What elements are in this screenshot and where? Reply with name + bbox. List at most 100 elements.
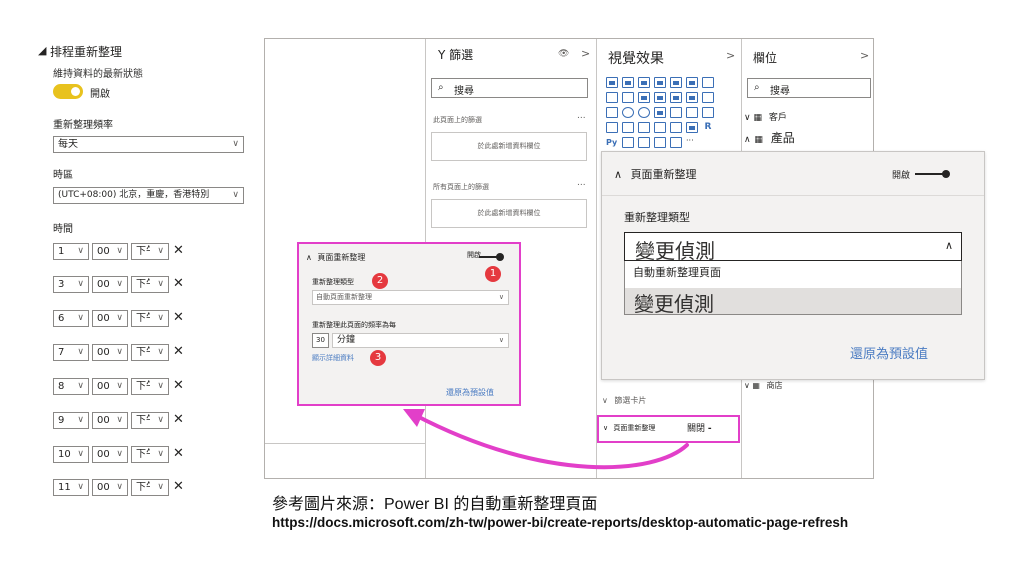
chevron-right-icon[interactable]: > bbox=[581, 47, 590, 60]
column-100-icon[interactable] bbox=[686, 77, 698, 88]
bar-100-icon[interactable] bbox=[670, 77, 682, 88]
ampm-value: 下午 bbox=[136, 246, 150, 257]
map-icon[interactable] bbox=[670, 107, 682, 118]
key-influencers-icon[interactable] bbox=[622, 137, 634, 148]
minute-value: 00 bbox=[97, 313, 110, 324]
scatter-icon[interactable] bbox=[606, 107, 618, 118]
page-refresh-header[interactable]: ∧ 頁面重新整理 bbox=[614, 166, 697, 182]
toggle-state-label: 開啟 bbox=[892, 171, 911, 181]
remove-time-button[interactable]: ✕ bbox=[173, 244, 184, 258]
line-column-icon[interactable] bbox=[638, 92, 650, 103]
filters-search-input[interactable]: ⌕ 搜尋 bbox=[431, 78, 588, 98]
option-auto-refresh[interactable]: 自動重新整理頁面 bbox=[633, 264, 721, 280]
stacked-area-icon[interactable] bbox=[622, 92, 634, 103]
filled-map-icon[interactable] bbox=[686, 107, 698, 118]
stacked-column-icon[interactable] bbox=[622, 77, 634, 88]
chevron-right-icon[interactable]: > bbox=[860, 49, 869, 62]
multi-row-card-icon[interactable] bbox=[622, 122, 634, 133]
minute-select[interactable]: 00 ∨ bbox=[92, 276, 128, 293]
add-field-well-1[interactable]: 於此處新增資料欄位 bbox=[431, 132, 587, 161]
ampm-select[interactable]: 下午 ∨ bbox=[131, 276, 169, 293]
decomposition-tree-icon[interactable] bbox=[638, 137, 650, 148]
hour-select[interactable]: 3 ∨ bbox=[53, 276, 89, 293]
add-field-well-2[interactable]: 於此處新增資料欄位 bbox=[431, 199, 587, 228]
r-visual-icon[interactable]: R bbox=[702, 122, 714, 133]
field-table-products[interactable]: ∧ ▦ 產品 bbox=[744, 129, 795, 146]
area-chart-icon[interactable] bbox=[606, 92, 618, 103]
more-options-button[interactable]: ... bbox=[577, 111, 586, 121]
this-page-filters-label: 此頁面上的篩選 bbox=[433, 116, 482, 124]
search-icon: ⌕ bbox=[754, 82, 760, 93]
chevron-down-icon: ∨ bbox=[77, 279, 84, 289]
more-options-button[interactable]: ... bbox=[577, 178, 586, 188]
pie-chart-icon[interactable] bbox=[622, 107, 634, 118]
hour-select[interactable]: 1 ∨ bbox=[53, 243, 89, 260]
line-stacked-column-icon[interactable] bbox=[654, 92, 666, 103]
treemap-icon[interactable] bbox=[654, 107, 666, 118]
remove-time-button[interactable]: ✕ bbox=[173, 413, 184, 427]
minute-select[interactable]: 00 ∨ bbox=[92, 310, 128, 327]
more-visuals-icon[interactable]: ··· bbox=[686, 137, 698, 148]
waterfall-icon[interactable] bbox=[686, 92, 698, 103]
ampm-value: 下午 bbox=[136, 449, 150, 460]
minute-select[interactable]: 00 ∨ bbox=[92, 412, 128, 429]
remove-time-button[interactable]: ✕ bbox=[173, 311, 184, 325]
ampm-select[interactable]: 下午 ∨ bbox=[131, 446, 169, 463]
remove-time-button[interactable]: ✕ bbox=[173, 480, 184, 494]
ampm-select[interactable]: 下午 ∨ bbox=[131, 479, 169, 496]
field-table-stores[interactable]: ∨ ▦ 商店 bbox=[744, 380, 783, 391]
minute-select[interactable]: 00 ∨ bbox=[92, 378, 128, 395]
hour-select[interactable]: 8 ∨ bbox=[53, 378, 89, 395]
timezone-label: 時區 bbox=[53, 170, 73, 181]
remove-time-button[interactable]: ✕ bbox=[173, 277, 184, 291]
qa-icon[interactable] bbox=[654, 137, 666, 148]
minute-select[interactable]: 00 ∨ bbox=[92, 243, 128, 260]
refresh-type-select[interactable]: 變更偵測 ∧ bbox=[624, 232, 962, 263]
schedule-toggle[interactable] bbox=[53, 84, 83, 99]
matrix-icon[interactable] bbox=[686, 122, 698, 133]
ampm-select[interactable]: 下午 ∨ bbox=[131, 378, 169, 395]
hour-select[interactable]: 9 ∨ bbox=[53, 412, 89, 429]
remove-time-button[interactable]: ✕ bbox=[173, 345, 184, 359]
remove-time-button[interactable]: ✕ bbox=[173, 447, 184, 461]
caption-url[interactable]: https://docs.microsoft.com/zh-tw/power-b… bbox=[272, 515, 848, 530]
hour-select[interactable]: 7 ∨ bbox=[53, 344, 89, 361]
kpi-icon[interactable] bbox=[638, 122, 650, 133]
hour-select[interactable]: 11 ∨ bbox=[53, 479, 89, 496]
ampm-select[interactable]: 下午 ∨ bbox=[131, 243, 169, 260]
chevron-down-icon: ∨ bbox=[116, 313, 123, 323]
minute-value: 00 bbox=[97, 449, 110, 460]
python-visual-icon[interactable]: Py bbox=[606, 137, 618, 148]
fields-search-input[interactable]: ⌕ 搜尋 bbox=[747, 78, 871, 98]
ampm-select[interactable]: 下午 ∨ bbox=[131, 412, 169, 429]
hour-select[interactable]: 6 ∨ bbox=[53, 310, 89, 327]
slicer-icon[interactable] bbox=[654, 122, 666, 133]
stacked-bar-icon[interactable] bbox=[606, 77, 618, 88]
field-table-customers[interactable]: ∨ ▦ 客戶 bbox=[744, 110, 787, 123]
frequency-select[interactable]: 每天 ∨ bbox=[53, 136, 244, 153]
page-refresh-toggle[interactable] bbox=[915, 170, 950, 178]
timezone-select[interactable]: (UTC+08:00) 北京，重慶，香港特別 ∨ bbox=[53, 187, 244, 204]
remove-time-button[interactable]: ✕ bbox=[173, 379, 184, 393]
minute-select[interactable]: 00 ∨ bbox=[92, 344, 128, 361]
table-icon[interactable] bbox=[670, 122, 682, 133]
ampm-select[interactable]: 下午 ∨ bbox=[131, 344, 169, 361]
chevron-right-icon[interactable]: > bbox=[726, 49, 735, 62]
eye-icon[interactable]: 👁 bbox=[558, 49, 569, 59]
line-chart-icon[interactable] bbox=[702, 77, 714, 88]
smart-narrative-icon[interactable] bbox=[670, 137, 682, 148]
option-change-detection[interactable]: 變更偵測 bbox=[625, 288, 961, 316]
hour-select[interactable]: 10 ∨ bbox=[53, 446, 89, 463]
donut-chart-icon[interactable] bbox=[638, 107, 650, 118]
collapse-icon[interactable]: ◢ bbox=[38, 44, 46, 57]
ribbon-chart-icon[interactable] bbox=[670, 92, 682, 103]
minute-select[interactable]: 00 ∨ bbox=[92, 446, 128, 463]
gauge-icon[interactable] bbox=[702, 107, 714, 118]
reset-default-link[interactable]: 還原為預設值 bbox=[850, 343, 928, 362]
minute-select[interactable]: 00 ∨ bbox=[92, 479, 128, 496]
ampm-select[interactable]: 下午 ∨ bbox=[131, 310, 169, 327]
card-icon[interactable] bbox=[606, 122, 618, 133]
clustered-bar-icon[interactable] bbox=[638, 77, 650, 88]
clustered-column-icon[interactable] bbox=[654, 77, 666, 88]
funnel-icon[interactable] bbox=[702, 92, 714, 103]
